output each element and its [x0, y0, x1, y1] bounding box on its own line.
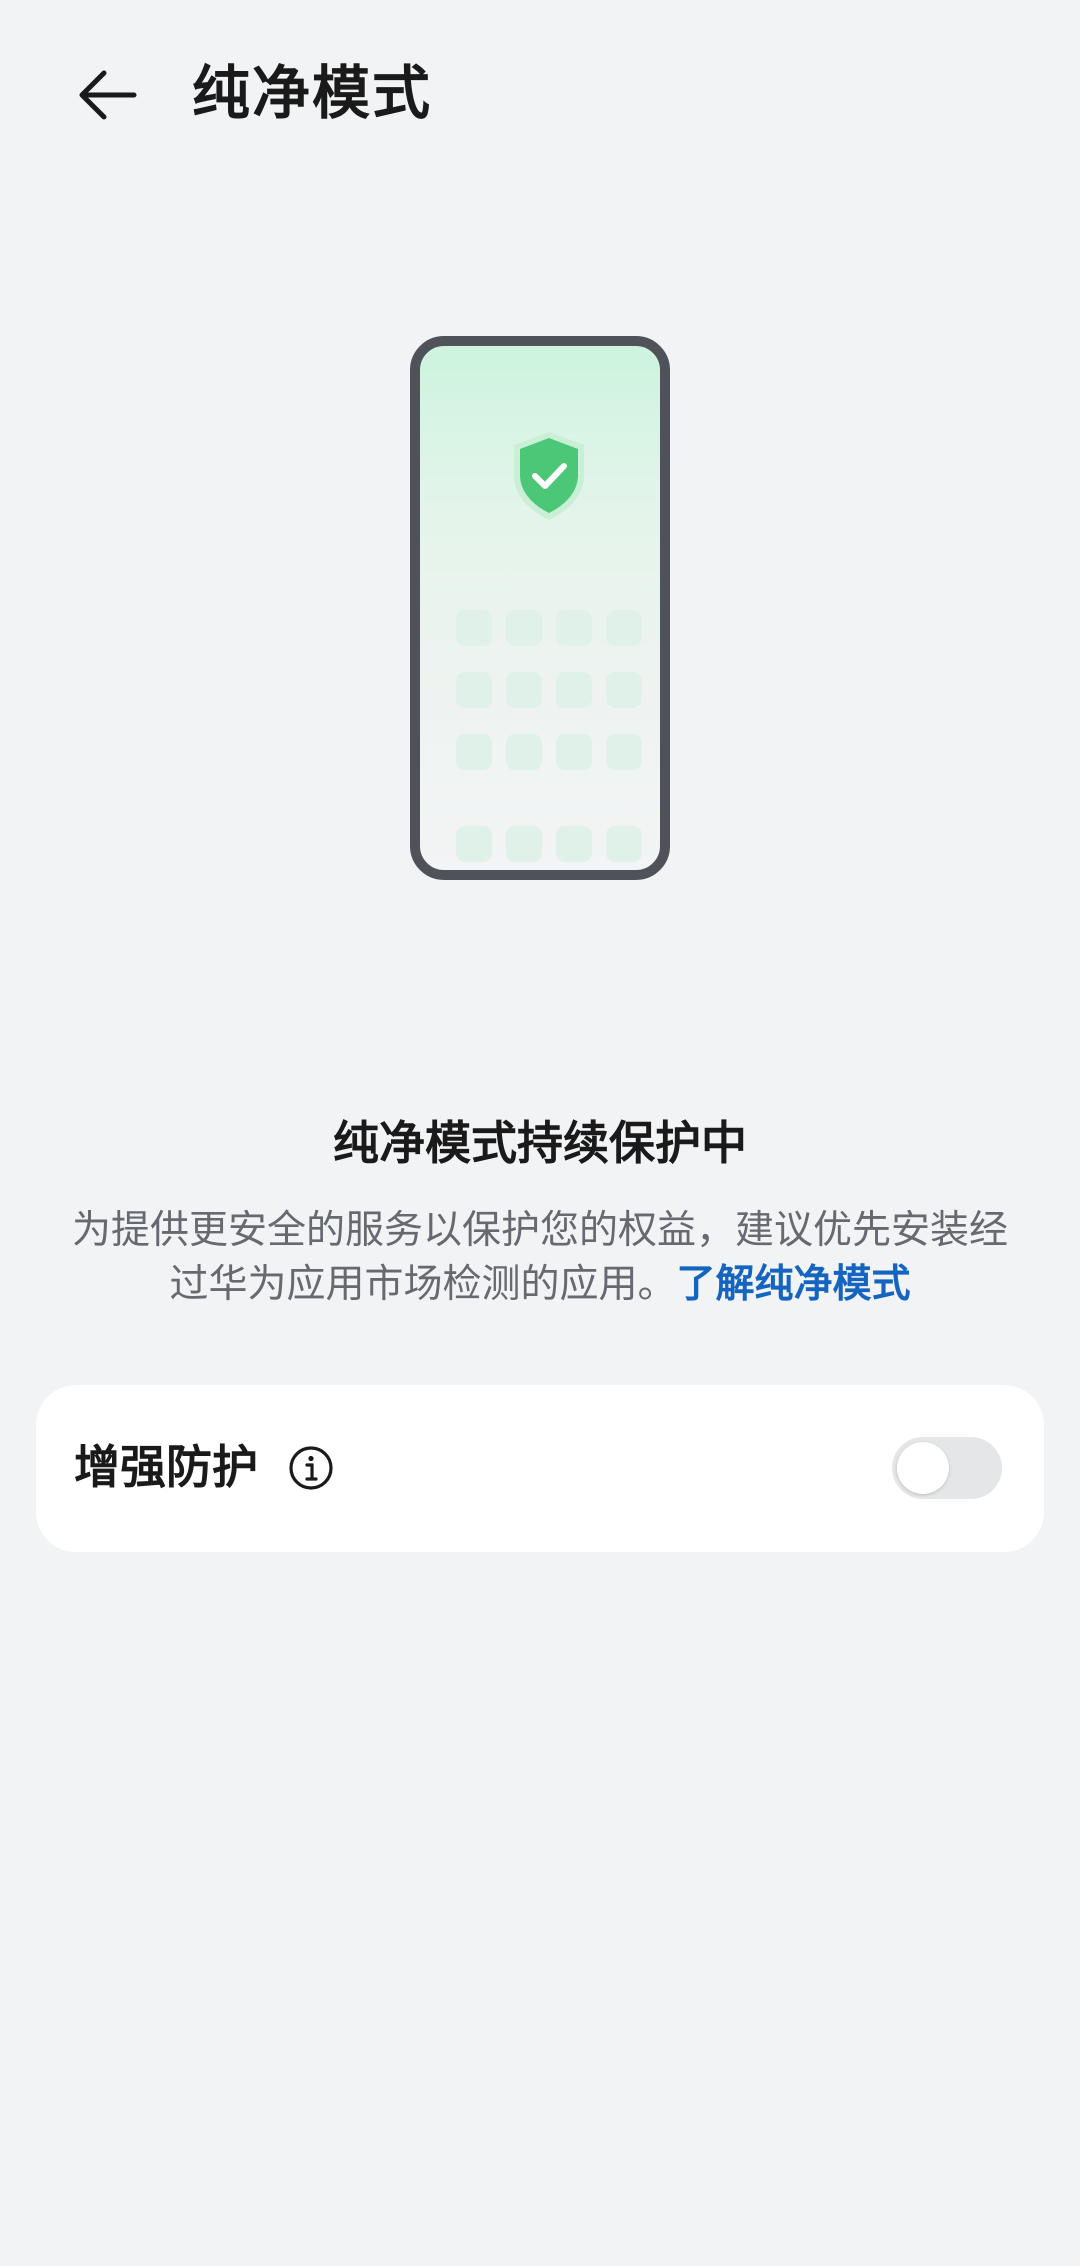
toggle-knob [897, 1442, 949, 1494]
phone-illustration [410, 336, 670, 880]
app-placeholder [606, 672, 642, 708]
pure-mode-page: 纯净模式 纯净模式持续保护中 为提供更安全的服务以保护您的权益，建议优先安装经过… [0, 0, 1080, 2266]
app-icon-grid [456, 610, 642, 862]
enhanced-protection-card: 增强防护 [36, 1385, 1044, 1552]
page-title: 纯净模式 [192, 59, 433, 127]
dock-app-placeholder [506, 826, 542, 862]
header: 纯净模式 [0, 0, 1080, 190]
app-placeholder [506, 672, 542, 708]
app-placeholder [556, 734, 592, 770]
back-button[interactable] [62, 50, 152, 140]
app-placeholder [556, 610, 592, 646]
status-title: 纯净模式持续保护中 [333, 1116, 747, 1170]
dock-spacer [456, 796, 642, 800]
app-placeholder [506, 734, 542, 770]
app-placeholder [606, 610, 642, 646]
app-placeholder [506, 610, 542, 646]
app-placeholder [556, 672, 592, 708]
shield-check-icon [514, 432, 584, 520]
back-arrow-icon [79, 70, 137, 120]
dock-app-placeholder [556, 826, 592, 862]
enhanced-protection-toggle[interactable] [892, 1437, 1002, 1499]
info-icon[interactable] [288, 1445, 334, 1491]
dock-app-placeholder [606, 826, 642, 862]
status-description: 为提供更安全的服务以保护您的权益，建议优先安装经过华为应用市场检测的应用。了解纯… [70, 1204, 1010, 1312]
app-placeholder [456, 734, 492, 770]
phone-frame [410, 336, 670, 880]
app-placeholder [606, 734, 642, 770]
enhanced-protection-label: 增强防护 [74, 1440, 258, 1494]
app-placeholder [456, 610, 492, 646]
app-placeholder [456, 672, 492, 708]
learn-pure-mode-link[interactable]: 了解纯净模式 [677, 1262, 911, 1307]
dock-app-placeholder [456, 826, 492, 862]
